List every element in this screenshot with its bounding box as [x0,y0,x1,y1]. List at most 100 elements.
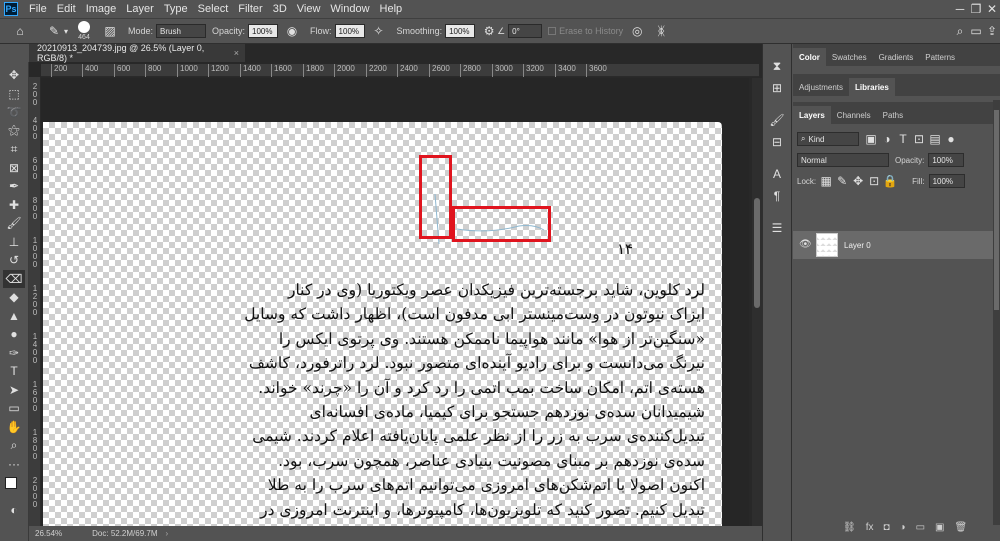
filter-toggle-icon[interactable]: ● [943,131,959,147]
foreground-color-swatch[interactable] [5,477,17,489]
document-vertical-scrollbar[interactable] [752,78,762,526]
pressure-opacity-icon[interactable]: ◉ [284,23,300,39]
new-adjustment-layer-icon[interactable]: ◑ [900,522,906,533]
share-icon[interactable]: ⇪ [984,23,1000,39]
delete-layer-icon[interactable]: 🗑 [954,522,967,533]
foreground-background-colors[interactable] [3,475,25,497]
tab-channels[interactable]: Channels [831,106,877,124]
filter-kind-select[interactable]: ⌕ Kind [797,132,859,146]
fill-input[interactable]: 100% [928,174,965,188]
crop-tool-icon[interactable]: ⌗ [3,140,25,159]
workspace-icon[interactable]: ▭ [968,23,984,39]
history-panel-icon[interactable]: ⧗ [769,58,785,74]
blur-tool-icon[interactable]: ▲ [3,307,25,326]
visibility-eye-icon[interactable]: 👁 [799,239,812,250]
scrollbar-thumb[interactable] [754,198,760,308]
smoothing-input[interactable]: 100% [445,24,476,38]
panel-scrollbar-thumb[interactable] [994,110,999,310]
healing-brush-tool-icon[interactable]: ✚ [3,196,25,215]
filter-pixel-icon[interactable]: ▣ [863,131,879,147]
filter-shape-icon[interactable]: ⊡ [911,131,927,147]
airbrush-icon[interactable]: ✧ [371,23,387,39]
lock-artboard-icon[interactable]: ⊡ [866,173,882,189]
tab-gradients[interactable]: Gradients [873,48,920,66]
hand-tool-icon[interactable]: ✋ [3,418,25,437]
pen-tool-icon[interactable]: ✑ [3,344,25,363]
tab-paths[interactable]: Paths [877,106,909,124]
filter-smart-object-icon[interactable]: ▤ [927,131,943,147]
magic-wand-tool-icon[interactable]: ⚝ [3,122,25,141]
menu-file[interactable]: File [24,3,52,15]
menu-select[interactable]: Select [193,3,234,15]
rectangle-tool-icon[interactable]: ▭ [3,399,25,418]
brush-preset[interactable]: 464 [78,20,90,42]
path-selection-tool-icon[interactable]: ➤ [3,381,25,400]
vertical-ruler[interactable]: 2 0 0 4 0 0 6 0 0 8 0 0 1 0 0 0 1 2 0 0 … [29,77,41,526]
adjustments-panel-icon[interactable]: ☰ [769,220,785,236]
brush-tool-icon[interactable]: 🖌 [3,214,25,233]
document-tab[interactable]: 20210913_204739.jpg @ 26.5% (Layer 0, RG… [29,43,245,63]
lock-all-icon[interactable]: 🔒 [882,173,898,189]
marquee-tool-icon[interactable]: ⬚ [3,85,25,104]
panel-scrollbar[interactable] [993,100,1000,525]
pressure-size-icon[interactable]: ◎ [629,23,645,39]
dodge-tool-icon[interactable]: ● [3,325,25,344]
character-panel-icon[interactable]: A [769,166,785,182]
move-tool-icon[interactable]: ✥ [3,66,25,85]
close-document-icon[interactable]: × [234,48,239,58]
type-tool-icon[interactable]: T [3,362,25,381]
paint-bucket-tool-icon[interactable]: ◆ [3,288,25,307]
symmetry-butterfly-icon[interactable]: ᛤ [653,23,669,39]
properties-panel-icon[interactable]: ⊞ [769,80,785,96]
close-window-icon[interactable]: ✕ [984,1,1000,17]
tab-libraries[interactable]: Libraries [849,78,895,96]
filter-type-icon[interactable]: T [895,131,911,147]
frame-tool-icon[interactable]: ⊠ [3,159,25,178]
history-brush-tool-icon[interactable]: ↺ [3,251,25,270]
menu-edit[interactable]: Edit [52,3,81,15]
home-icon[interactable]: ⌂ [12,23,28,39]
lock-transparency-icon[interactable]: ▦ [818,173,834,189]
clone-stamp-tool-icon[interactable]: ⊥ [3,233,25,252]
restore-icon[interactable]: ❐ [968,1,984,17]
menu-image[interactable]: Image [81,3,122,15]
smoothing-settings-gear-icon[interactable]: ⚙ [481,23,497,39]
search-icon[interactable]: ⌕ [952,23,968,39]
menu-filter[interactable]: Filter [233,3,267,15]
lasso-tool-icon[interactable]: ➰ [3,103,25,122]
status-menu-arrow[interactable]: › [166,529,169,538]
eyedropper-tool-icon[interactable]: ✒ [3,177,25,196]
tab-layers[interactable]: Layers [793,106,831,124]
eraser-tool-icon[interactable]: ⌫ [3,269,25,288]
new-layer-icon[interactable]: ▣ [935,522,944,533]
brush-settings-icon[interactable]: ▨ [102,23,118,39]
paragraph-panel-icon[interactable]: ¶ [769,188,785,204]
lock-image-icon[interactable]: ✎ [834,173,850,189]
tab-adjustments[interactable]: Adjustments [793,78,849,96]
menu-window[interactable]: Window [325,3,374,15]
tab-swatches[interactable]: Swatches [826,48,873,66]
blend-mode-select[interactable]: Normal [797,153,889,167]
opacity-input[interactable]: 100% [248,24,279,38]
layer-row[interactable]: 👁 Layer 0 [793,231,993,259]
zoom-level[interactable]: 26.54% [35,529,62,538]
lock-position-icon[interactable]: ✥ [850,173,866,189]
link-layers-icon[interactable]: ⛓ [843,522,856,533]
quick-mask-icon[interactable]: ◐ [3,501,25,520]
brushes-panel-icon[interactable]: 🖌 [769,112,785,128]
flow-input[interactable]: 100% [334,24,365,38]
menu-layer[interactable]: Layer [121,3,159,15]
menu-help[interactable]: Help [375,3,408,15]
layer-name[interactable]: Layer 0 [844,241,871,250]
erase-history-checkbox[interactable] [548,27,557,35]
fx-icon[interactable]: fx [866,522,874,533]
menu-view[interactable]: View [292,3,326,15]
angle-input[interactable]: 0° [508,24,543,38]
minimize-icon[interactable]: ─ [952,1,968,17]
tab-color[interactable]: Color [793,48,826,66]
add-mask-icon[interactable]: ◘ [883,522,889,533]
horizontal-ruler[interactable]: 200 400 600 800 1000 1200 1400 1600 1800… [41,64,759,77]
brush-settings-panel-icon[interactable]: ⊟ [769,134,785,150]
more-tools-icon[interactable]: ··· [3,455,25,474]
layer-opacity-input[interactable]: 100% [928,153,965,167]
